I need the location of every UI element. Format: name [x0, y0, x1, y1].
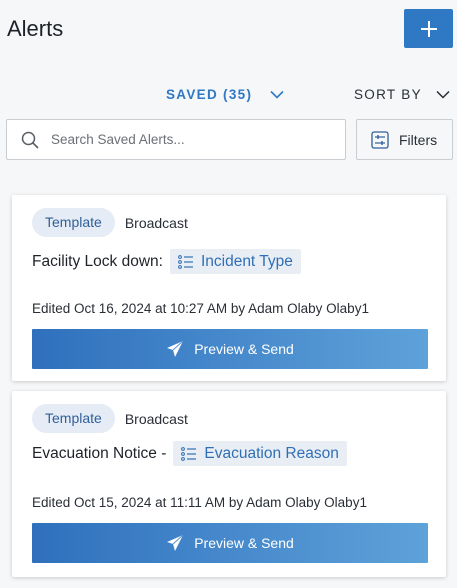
tag-row: Template Broadcast — [32, 404, 188, 433]
preview-send-button[interactable]: Preview & Send — [32, 329, 428, 369]
alert-title-row: Evacuation Notice - Evacuation Reason — [32, 441, 347, 466]
search-input[interactable] — [51, 132, 321, 147]
paper-plane-icon — [167, 534, 184, 551]
alert-title: Facility Lock down: — [32, 252, 163, 270]
sort-by-label: SORT BY — [354, 86, 422, 102]
edited-info: Edited Oct 16, 2024 at 10:27 AM by Adam … — [32, 301, 369, 316]
preview-send-label: Preview & Send — [194, 341, 294, 357]
page-title: Alerts — [7, 16, 64, 41]
list-icon — [178, 254, 193, 269]
search-icon — [21, 131, 39, 149]
filters-label: Filters — [399, 131, 438, 148]
filters-button[interactable]: Filters — [356, 119, 453, 160]
header: Alerts — [0, 0, 457, 60]
filter-sliders-icon — [371, 130, 389, 149]
alert-title-row: Facility Lock down: Incident Type — [32, 249, 301, 274]
preview-send-label: Preview & Send — [194, 535, 294, 551]
saved-dropdown-label: SAVED (35) — [166, 86, 253, 102]
alert-title: Evacuation Notice - — [32, 444, 167, 462]
alert-card[interactable]: Template Broadcast Facility Lock down: I… — [12, 195, 446, 381]
plus-icon — [420, 20, 437, 37]
saved-dropdown[interactable]: SAVED (35) — [166, 84, 284, 104]
chevron-down-icon — [436, 90, 450, 99]
template-badge: Template — [32, 404, 115, 433]
edited-info: Edited Oct 15, 2024 at 11:11 AM by Adam … — [32, 495, 367, 510]
chevron-down-icon — [270, 90, 284, 99]
search-field[interactable] — [6, 119, 346, 160]
alert-type: Broadcast — [124, 214, 188, 231]
add-alert-button[interactable] — [404, 9, 453, 48]
tag-row: Template Broadcast — [32, 208, 188, 237]
paper-plane-icon — [167, 340, 184, 357]
preview-send-button[interactable]: Preview & Send — [32, 523, 428, 563]
list-icon — [181, 446, 197, 461]
alert-card[interactable]: Template Broadcast Evacuation Notice - E… — [12, 391, 446, 577]
field-chip[interactable]: Incident Type — [169, 249, 301, 274]
template-badge: Template — [32, 208, 115, 237]
field-chip[interactable]: Evacuation Reason — [173, 441, 347, 466]
field-chip-label: Incident Type — [200, 252, 293, 270]
alert-type: Broadcast — [124, 410, 188, 427]
field-chip-label: Evacuation Reason — [204, 444, 339, 462]
sort-by-dropdown[interactable]: SORT BY — [354, 84, 450, 104]
